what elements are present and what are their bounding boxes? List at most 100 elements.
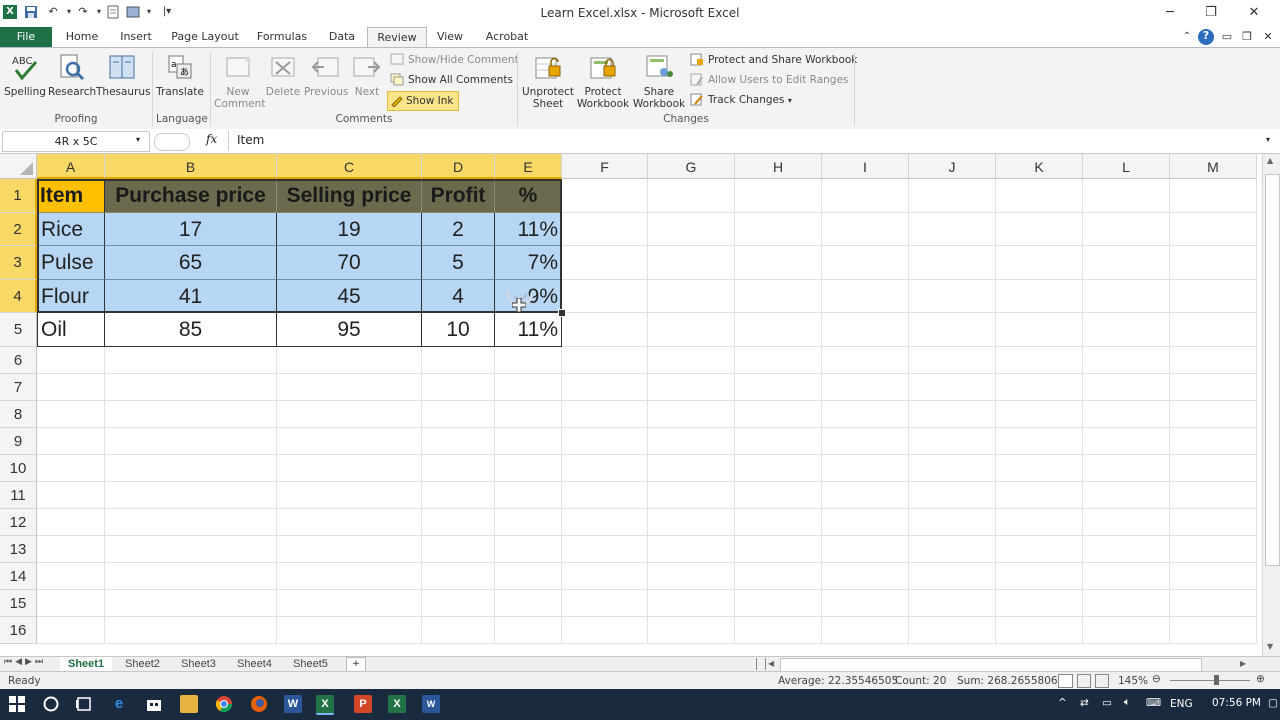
cell-g8[interactable] xyxy=(648,401,735,428)
workbook-restore-icon[interactable]: ❐ xyxy=(1240,30,1254,44)
cell-i5[interactable] xyxy=(822,313,909,347)
page-break-view-icon[interactable] xyxy=(1095,674,1109,688)
cell-h12[interactable] xyxy=(735,509,822,536)
cell-m15[interactable] xyxy=(1170,590,1257,617)
cell-b6[interactable] xyxy=(105,347,277,374)
cell-k11[interactable] xyxy=(996,482,1083,509)
cell-l10[interactable] xyxy=(1083,455,1170,482)
cell-k2[interactable] xyxy=(996,213,1083,246)
cell-e13[interactable] xyxy=(495,536,562,563)
column-header-h[interactable]: H xyxy=(735,154,822,179)
table-cell[interactable]: Flour xyxy=(37,280,105,313)
row-header-3[interactable]: 3 xyxy=(0,246,37,280)
cell-l1[interactable] xyxy=(1083,179,1170,213)
firefox-icon[interactable] xyxy=(250,695,268,713)
cell-i10[interactable] xyxy=(822,455,909,482)
cell-i13[interactable] xyxy=(822,536,909,563)
edge-browser-icon[interactable]: e xyxy=(110,695,128,713)
minimize-ribbon-icon[interactable]: ⌃ xyxy=(1180,30,1194,44)
cell-m6[interactable] xyxy=(1170,347,1257,374)
cell-b12[interactable] xyxy=(105,509,277,536)
cell-i7[interactable] xyxy=(822,374,909,401)
cell-d13[interactable] xyxy=(422,536,495,563)
cell-j4[interactable] xyxy=(909,280,996,313)
document-app-icon[interactable]: W xyxy=(422,695,440,713)
cell-a13[interactable] xyxy=(37,536,105,563)
cell-c16[interactable] xyxy=(277,617,422,644)
volume-icon[interactable]: 🔈︎ xyxy=(1124,696,1130,709)
cell-i15[interactable] xyxy=(822,590,909,617)
sheet-tab-5[interactable]: Sheet5 xyxy=(285,657,336,671)
unprotect-sheet-button[interactable]: Unprotect Sheet xyxy=(521,52,575,110)
close-button[interactable]: ✕ xyxy=(1234,2,1274,24)
cell-a7[interactable] xyxy=(37,374,105,401)
table-header-cell[interactable]: % xyxy=(495,179,562,213)
network-icon[interactable]: ⇄ xyxy=(1080,697,1089,709)
cell-g2[interactable] xyxy=(648,213,735,246)
cell-h1[interactable] xyxy=(735,179,822,213)
tab-page-layout[interactable]: Page Layout xyxy=(168,27,242,47)
cell-e16[interactable] xyxy=(495,617,562,644)
cell-m12[interactable] xyxy=(1170,509,1257,536)
table-cell[interactable]: Oil xyxy=(37,313,105,347)
cell-m9[interactable] xyxy=(1170,428,1257,455)
select-all-button[interactable] xyxy=(0,154,37,179)
notification-icon[interactable]: ▢ xyxy=(1268,697,1278,709)
tab-file[interactable]: File xyxy=(0,27,52,47)
cell-c14[interactable] xyxy=(277,563,422,590)
tab-formulas[interactable]: Formulas xyxy=(252,27,312,47)
cell-f8[interactable] xyxy=(562,401,648,428)
table-header-cell[interactable]: Selling price xyxy=(277,179,422,213)
scroll-left-icon[interactable]: ◀ xyxy=(768,659,774,668)
cell-k12[interactable] xyxy=(996,509,1083,536)
workbook-minimize-icon[interactable]: ▭ xyxy=(1220,30,1234,44)
row-header-8[interactable]: 8 xyxy=(0,401,37,428)
table-header-cell[interactable]: Purchase price xyxy=(105,179,277,213)
table-cell[interactable]: 7% xyxy=(495,246,562,280)
row-header-2[interactable]: 2 xyxy=(0,213,37,246)
row-header-7[interactable]: 7 xyxy=(0,374,37,401)
cell-d16[interactable] xyxy=(422,617,495,644)
tab-data[interactable]: Data xyxy=(322,27,362,47)
row-header-16[interactable]: 16 xyxy=(0,617,37,644)
table-cell[interactable]: 5 xyxy=(422,246,495,280)
table-cell[interactable]: 65 xyxy=(105,246,277,280)
cell-j1[interactable] xyxy=(909,179,996,213)
cell-k4[interactable] xyxy=(996,280,1083,313)
zoom-level[interactable]: 145% xyxy=(1118,675,1148,687)
table-cell[interactable]: 70 xyxy=(277,246,422,280)
cell-m4[interactable] xyxy=(1170,280,1257,313)
tab-home[interactable]: Home xyxy=(60,27,104,47)
zoom-out-icon[interactable]: ⊖ xyxy=(1152,673,1161,685)
cell-h3[interactable] xyxy=(735,246,822,280)
cell-a9[interactable] xyxy=(37,428,105,455)
workbook-close-icon[interactable]: ✕ xyxy=(1261,30,1275,44)
cell-j12[interactable] xyxy=(909,509,996,536)
column-header-a[interactable]: A xyxy=(37,154,105,179)
table-header-cell[interactable]: Item xyxy=(37,179,105,213)
cortana-search-icon[interactable] xyxy=(42,695,60,713)
cell-h8[interactable] xyxy=(735,401,822,428)
sheet-tab-4[interactable]: Sheet4 xyxy=(229,657,280,671)
tab-view[interactable]: View xyxy=(432,27,468,47)
share-workbook-button[interactable]: Share Workbook xyxy=(632,52,686,110)
sheet-nav-arrows-icon[interactable]: ⏮◀▶⏭ xyxy=(4,657,46,667)
task-view-icon[interactable] xyxy=(75,695,93,713)
formula-input[interactable]: Item xyxy=(228,131,1271,150)
cell-e14[interactable] xyxy=(495,563,562,590)
cell-i12[interactable] xyxy=(822,509,909,536)
cell-f11[interactable] xyxy=(562,482,648,509)
cell-a8[interactable] xyxy=(37,401,105,428)
column-header-b[interactable]: B xyxy=(105,154,277,179)
cell-h15[interactable] xyxy=(735,590,822,617)
cell-f4[interactable] xyxy=(562,280,648,313)
expand-formula-bar-icon[interactable]: ▾ xyxy=(1266,135,1270,144)
cell-d9[interactable] xyxy=(422,428,495,455)
column-header-j[interactable]: J xyxy=(909,154,996,179)
cell-d15[interactable] xyxy=(422,590,495,617)
cell-b14[interactable] xyxy=(105,563,277,590)
cell-l12[interactable] xyxy=(1083,509,1170,536)
minimize-button[interactable]: ─ xyxy=(1150,2,1190,24)
table-cell[interactable]: 41 xyxy=(105,280,277,313)
language-indicator[interactable]: ENG xyxy=(1170,698,1193,710)
